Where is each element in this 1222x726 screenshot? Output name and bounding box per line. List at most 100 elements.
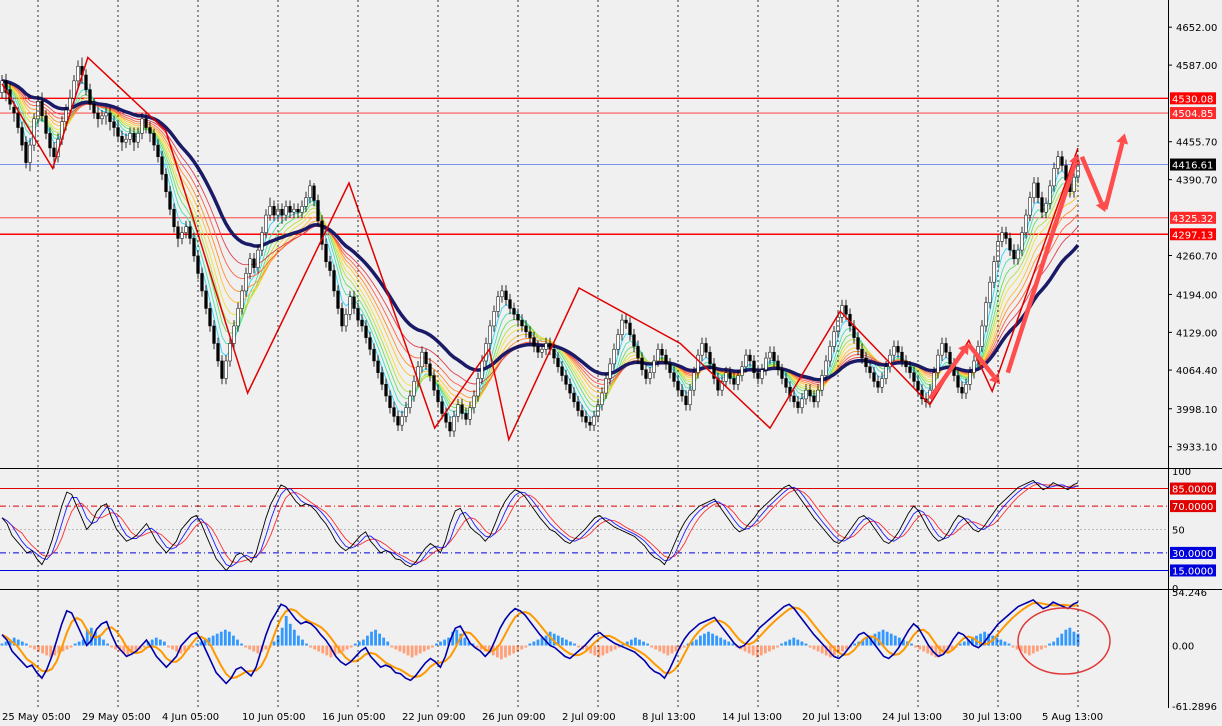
- macd-histogram-bar: [288, 623, 292, 646]
- candle-body: [628, 322, 632, 335]
- y-tick-label: 4260.70: [1176, 252, 1217, 263]
- macd-histogram-bar: [65, 645, 69, 650]
- macd-histogram-bar: [20, 641, 24, 646]
- candle-body: [132, 133, 136, 143]
- macd-histogram-bar: [252, 645, 256, 652]
- candle-body: [532, 337, 536, 347]
- candle-body: [656, 349, 660, 362]
- candle-body: [1048, 185, 1052, 204]
- macd-histogram-bar: [341, 645, 345, 652]
- candle-body: [792, 395, 796, 403]
- macd-histogram-bar: [711, 633, 714, 646]
- macd-histogram-bar: [158, 639, 162, 646]
- candle-body: [332, 270, 336, 292]
- macd-histogram-bar: [784, 641, 788, 646]
- candle-body: [544, 343, 548, 350]
- macd-histogram-bar: [564, 639, 568, 646]
- candle-body: [780, 369, 784, 379]
- macd-histogram-bar: [605, 645, 609, 654]
- macd-histogram-bar: [69, 645, 73, 648]
- candle-body: [220, 360, 224, 379]
- candle-body: [372, 349, 376, 362]
- candle-body: [632, 334, 636, 347]
- candle-body: [684, 395, 688, 405]
- y-tick-label: 3933.10: [1176, 443, 1217, 454]
- candle-body: [752, 360, 756, 373]
- candle-body: [1028, 197, 1032, 216]
- x-tick-label: 26 Jun 09:00: [482, 712, 546, 723]
- x-tick-label: 14 Jul 13:00: [722, 712, 782, 723]
- candle-body: [500, 290, 504, 298]
- candle-body: [492, 311, 496, 327]
- macd-histogram-bar: [634, 637, 637, 646]
- candle-body: [88, 89, 92, 105]
- macd-histogram-bar: [390, 645, 394, 648]
- candle-body: [624, 319, 628, 324]
- candle-body: [212, 325, 216, 344]
- macd-histogram-bar: [638, 639, 641, 646]
- candle-body: [328, 261, 332, 271]
- price-level-label: 4325.32: [1172, 214, 1213, 225]
- macd-histogram-bar: [698, 635, 702, 646]
- macd-histogram-bar: [816, 645, 820, 652]
- macd-histogram-bar: [426, 645, 430, 650]
- macd-histogram-bar: [378, 633, 382, 646]
- candle-body: [1072, 176, 1076, 192]
- candle-body: [824, 360, 828, 376]
- candle-body: [48, 133, 52, 149]
- candle-body: [776, 360, 780, 370]
- candle-body: [820, 375, 824, 391]
- x-tick-label: 5 Aug 13:00: [1042, 712, 1103, 723]
- macd-histogram-bar: [292, 629, 296, 646]
- macd-histogram-bar: [747, 645, 751, 654]
- candle-body: [912, 372, 916, 382]
- candle-body: [432, 375, 436, 391]
- y-tick-label: 4129.00: [1176, 328, 1217, 339]
- candle-body: [832, 331, 836, 347]
- macd-histogram-bar: [106, 643, 109, 646]
- macd-histogram-bar: [1052, 641, 1056, 646]
- candle-body: [312, 185, 316, 201]
- macd-histogram-bar: [264, 645, 268, 650]
- candle-body: [1012, 249, 1016, 260]
- candle-body: [588, 421, 592, 426]
- macd-histogram-bar: [508, 645, 511, 656]
- macd-histogram-bar: [309, 645, 312, 648]
- candle-body: [152, 133, 156, 146]
- candle-body: [12, 106, 16, 114]
- macd-histogram-bar: [629, 639, 633, 646]
- macd-histogram-bar: [577, 645, 580, 648]
- candle-body: [876, 381, 880, 388]
- macd-histogram-bar: [313, 645, 317, 650]
- macd-histogram-bar: [353, 643, 357, 646]
- candle-body: [252, 258, 256, 268]
- candle-body: [452, 416, 456, 432]
- candle-body: [380, 372, 384, 385]
- macd-histogram-bar: [524, 645, 528, 648]
- candle-body: [308, 185, 312, 198]
- macd-histogram-bar: [142, 645, 146, 648]
- macd-histogram-bar: [601, 645, 605, 656]
- candle-body: [668, 363, 672, 373]
- macd-histogram-bar: [719, 637, 723, 646]
- candle-body: [612, 349, 616, 365]
- macd-histogram-bar: [325, 645, 329, 656]
- macd-histogram-bar: [792, 637, 796, 646]
- chart-background: [0, 0, 1222, 726]
- price-level-label: 4504.85: [1172, 109, 1213, 120]
- candle-body: [1060, 156, 1064, 166]
- candle-body: [412, 381, 416, 397]
- macd-histogram-bar: [171, 645, 174, 650]
- macd-histogram-bar: [284, 615, 288, 646]
- candle-body: [444, 413, 448, 423]
- macd-histogram-bar: [361, 639, 365, 646]
- candle-body: [860, 349, 864, 359]
- candle-body: [472, 395, 476, 408]
- macd-histogram-bar: [110, 645, 114, 648]
- macd-histogram-bar: [370, 631, 373, 646]
- candle-body: [508, 299, 512, 309]
- candle-body: [704, 343, 708, 353]
- osc-y-label: 100: [1172, 467, 1191, 478]
- candle-body: [1044, 203, 1048, 213]
- candle-body: [364, 325, 368, 338]
